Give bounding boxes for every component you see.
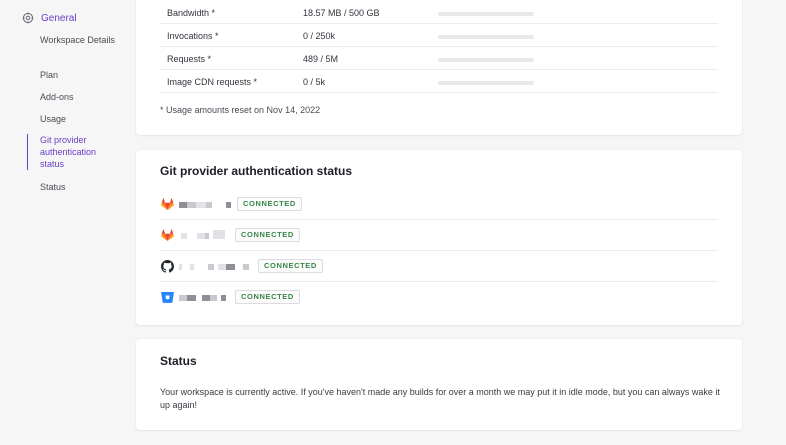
status-card: Status Your workspace is currently activ…: [136, 339, 742, 430]
usage-progress-bar: [438, 81, 534, 85]
bitbucket-icon: [161, 292, 174, 303]
usage-row-bandwidth: Bandwidth * 18.57 MB / 500 GB: [160, 1, 718, 24]
connected-badge: CONNECTED: [235, 290, 300, 304]
usage-card: Bandwidth * 18.57 MB / 500 GB Invocation…: [136, 0, 742, 135]
usage-row-image-cdn: Image CDN requests * 0 / 5k: [160, 70, 718, 93]
usage-row-requests: Requests * 489 / 5M: [160, 47, 718, 70]
usage-progress-bar: [438, 12, 534, 16]
sidebar-item-add-ons[interactable]: Add-ons: [28, 91, 74, 103]
usage-name: Requests *: [167, 54, 212, 64]
gitlab-icon: [161, 229, 174, 242]
usage-value: 0 / 5k: [303, 77, 326, 87]
usage-value: 0 / 250k: [303, 31, 336, 41]
connected-badge: CONNECTED: [258, 259, 323, 273]
status-card-title: Status: [160, 354, 197, 368]
usage-row-invocations: Invocations * 0 / 250k: [160, 24, 718, 47]
nav-general-label: General: [41, 12, 77, 24]
nav-general[interactable]: General: [22, 12, 77, 24]
connected-badge: CONNECTED: [237, 197, 302, 211]
git-provider-row: CONNECTED: [160, 220, 718, 251]
github-icon: [161, 260, 174, 273]
gitlab-icon: [161, 198, 174, 211]
connected-badge: CONNECTED: [235, 228, 300, 242]
usage-progress-bar: [438, 35, 534, 39]
sidebar-item-status[interactable]: Status: [28, 181, 66, 193]
git-provider-row: CONNECTED: [160, 282, 718, 313]
sidebar-item-usage[interactable]: Usage: [28, 113, 66, 125]
usage-name: Invocations *: [167, 31, 219, 41]
usage-name: Image CDN requests *: [167, 77, 258, 87]
usage-progress-bar: [438, 58, 534, 62]
git-provider-row: CONNECTED: [160, 251, 718, 282]
settings-gear-icon: [22, 12, 34, 24]
sidebar-item-git-provider-auth[interactable]: Git provider authentication status: [27, 134, 111, 170]
sidebar-item-workspace-details[interactable]: Workspace Details: [28, 34, 118, 46]
usage-value: 18.57 MB / 500 GB: [303, 8, 380, 18]
git-provider-card: Git provider authentication status CONNE…: [136, 150, 742, 325]
git-provider-row: CONNECTED: [160, 189, 718, 220]
usage-reset-note: * Usage amounts reset on Nov 14, 2022: [160, 105, 321, 115]
usage-name: Bandwidth *: [167, 8, 216, 18]
git-card-title: Git provider authentication status: [160, 164, 353, 178]
status-message: Your workspace is currently active. If y…: [160, 387, 720, 410]
settings-sidebar: General Workspace Details Plan Add-ons U…: [0, 0, 128, 445]
sidebar-item-plan[interactable]: Plan: [28, 69, 58, 81]
usage-value: 489 / 5M: [303, 54, 339, 64]
